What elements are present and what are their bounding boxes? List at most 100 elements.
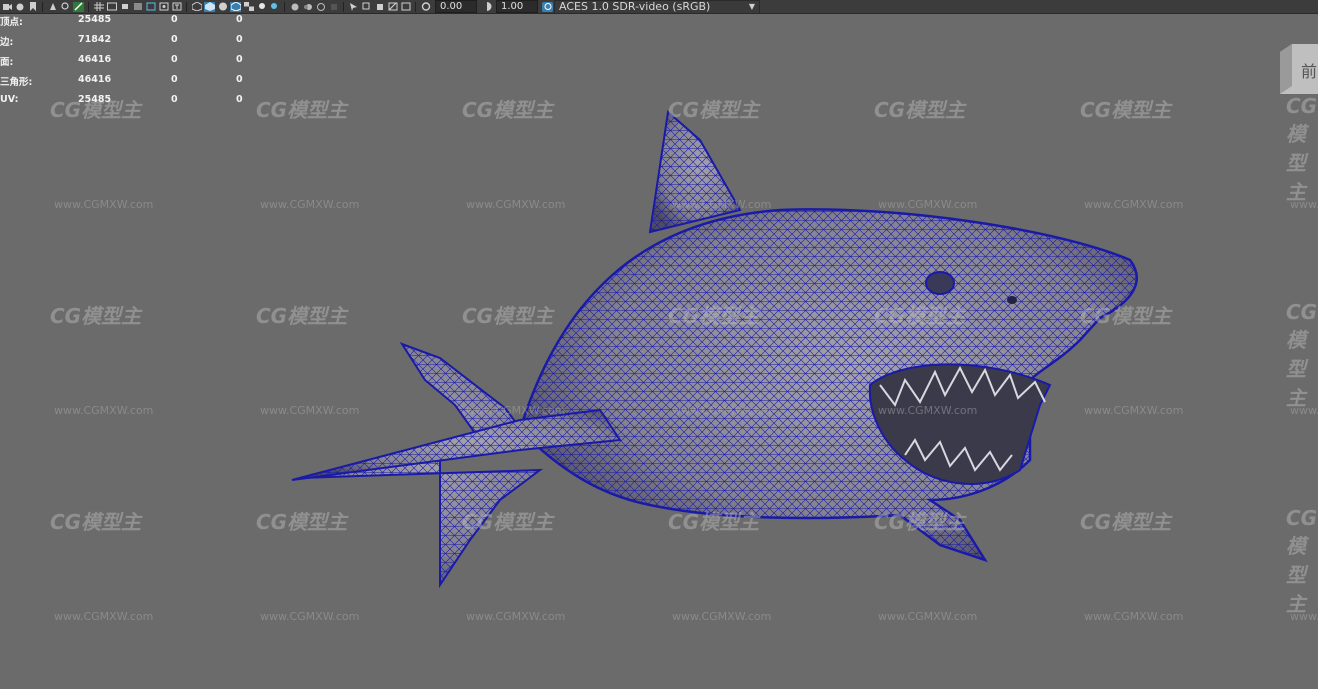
hud-row-edges: 边: 71842 0 0 xyxy=(0,34,260,54)
watermark-url: www.CGMXW.com xyxy=(54,198,154,211)
hud-value: 0 xyxy=(236,74,243,85)
watermark-url: www.CGMXW.com xyxy=(672,404,772,417)
chevron-down-icon: ▼ xyxy=(748,1,755,11)
color-management-icon[interactable] xyxy=(542,1,553,12)
hud-value: 0 xyxy=(236,14,243,25)
watermark-url: www.CGMXW.com xyxy=(1290,404,1318,417)
xray-joints-icon[interactable] xyxy=(387,2,398,12)
watermark-logo: CG模型主 xyxy=(1286,300,1318,410)
watermark-logo: CG模型主 xyxy=(1286,506,1318,616)
field-chart-icon[interactable] xyxy=(145,2,156,12)
watermark-logo: CG模型主 xyxy=(874,98,966,122)
view-cube[interactable]: 前 xyxy=(1280,44,1318,94)
use-all-lights-icon[interactable] xyxy=(256,2,267,12)
watermark-logo: CG模型主 xyxy=(668,304,760,328)
view-cube-face-label: 前 xyxy=(1301,62,1318,81)
safe-title-icon[interactable] xyxy=(171,2,182,12)
watermark-logo: CG模型主 xyxy=(1080,304,1172,328)
hud-value: 46416 xyxy=(78,74,112,85)
hud-value: 0 xyxy=(171,74,178,85)
hud-value: 0 xyxy=(171,34,178,45)
smooth-shade-icon[interactable] xyxy=(204,1,215,12)
watermark-url: www.CGMXW.com xyxy=(1290,610,1318,623)
pan-zoom-icon[interactable] xyxy=(60,2,71,12)
gate-mask-icon[interactable] xyxy=(132,2,143,12)
default-material-icon[interactable] xyxy=(217,2,228,12)
watermark-logo: CG模型主 xyxy=(256,98,348,122)
hud-label: UV: xyxy=(0,94,19,105)
bookmark-icon[interactable] xyxy=(27,2,38,12)
hud-value: 25485 xyxy=(78,14,112,25)
shark-eye xyxy=(925,271,955,295)
watermark-url: www.CGMXW.com xyxy=(260,404,360,417)
grease-pencil-icon[interactable] xyxy=(73,1,84,12)
select-camera-icon[interactable] xyxy=(47,2,58,12)
viewport-toolbar: 0.00 1.00 ACES 1.0 SDR-video (sRGB) ▼ xyxy=(0,0,1318,14)
watermark-url: www.CGMXW.com xyxy=(878,610,978,623)
watermark-url: www.CGMXW.com xyxy=(260,198,360,211)
watermark-url: www.CGMXW.com xyxy=(672,198,772,211)
exposure-icon[interactable] xyxy=(420,2,431,12)
watermark-logo: CG模型主 xyxy=(874,304,966,328)
resolution-gate-icon[interactable] xyxy=(119,2,130,12)
hud-value: 0 xyxy=(236,54,243,65)
watermark-logo: CG模型主 xyxy=(874,510,966,534)
view-transform-label: ACES 1.0 SDR-video (sRGB) xyxy=(559,0,711,13)
textured-icon[interactable] xyxy=(243,2,254,12)
watermark-url: www.CGMXW.com xyxy=(1084,198,1184,211)
multisample-aa-icon[interactable] xyxy=(315,2,326,12)
camera-icon[interactable] xyxy=(1,2,12,12)
3d-viewport[interactable]: CG模型主 CG模型主 CG模型主 CG模型主 CG模型主 CG模型主 CG模型主 CG模型主… xyxy=(0,0,1318,689)
watermark-url: www.CGMXW.com xyxy=(1084,404,1184,417)
hud-row-faces: 面: 46416 0 0 xyxy=(0,54,260,74)
hud-value: 46416 xyxy=(78,54,112,65)
watermark-logo: CG模型主 xyxy=(1080,510,1172,534)
watermark-logo: CG模型主 xyxy=(668,510,760,534)
hud-row-uvs: UV: 25485 0 0 xyxy=(0,94,260,114)
watermark-url: www.CGMXW.com xyxy=(878,404,978,417)
hud-value: 0 xyxy=(236,94,243,105)
watermark-logo: CG模型主 xyxy=(462,304,554,328)
watermark-url: www.CGMXW.com xyxy=(466,610,566,623)
shadows-icon[interactable] xyxy=(269,2,280,12)
watermark-logo: CG模型主 xyxy=(1286,94,1318,204)
grid-icon[interactable] xyxy=(93,2,104,12)
watermark-url: www.CGMXW.com xyxy=(260,610,360,623)
gamma-icon[interactable] xyxy=(481,2,492,12)
camera-attributes-icon[interactable] xyxy=(14,2,25,12)
hud-label: 三角形: xyxy=(0,77,33,88)
hud-label: 顶点: xyxy=(0,17,23,28)
watermark-logo: CG模型主 xyxy=(1080,98,1172,122)
backface-culling-icon[interactable] xyxy=(400,2,411,12)
gamma-field[interactable]: 1.00 xyxy=(496,0,538,13)
view-transform-dropdown[interactable]: ACES 1.0 SDR-video (sRGB) ▼ xyxy=(554,0,760,13)
watermark-url: www.CGMXW.com xyxy=(466,404,566,417)
exposure-field[interactable]: 0.00 xyxy=(435,0,477,13)
screen-space-ao-icon[interactable] xyxy=(289,2,300,12)
hud-row-triangles: 三角形: 46416 0 0 xyxy=(0,74,260,94)
film-gate-icon[interactable] xyxy=(106,2,117,12)
wireframe-icon[interactable] xyxy=(191,2,202,12)
xray-icon[interactable] xyxy=(361,2,372,12)
hud-value: 0 xyxy=(236,34,243,45)
watermark-logo: CG模型主 xyxy=(462,510,554,534)
watermark-logo: CG模型主 xyxy=(256,304,348,328)
hud-value: 0 xyxy=(171,94,178,105)
watermark-url: www.CGMXW.com xyxy=(54,404,154,417)
safe-action-icon[interactable] xyxy=(158,2,169,12)
watermark-logo: CG模型主 xyxy=(462,98,554,122)
wireframe-on-shaded-icon[interactable] xyxy=(230,1,241,12)
depth-of-field-icon[interactable] xyxy=(328,2,339,12)
hud-label: 边: xyxy=(0,37,14,48)
hud-value: 25485 xyxy=(78,94,112,105)
watermark-url: www.CGMXW.com xyxy=(672,610,772,623)
xray-active-components-icon[interactable] xyxy=(374,2,385,12)
isolate-select-icon[interactable] xyxy=(348,2,359,12)
hud-row-vertices: 顶点: 25485 0 0 xyxy=(0,14,260,34)
motion-blur-icon[interactable] xyxy=(302,2,313,12)
hud-value: 71842 xyxy=(78,34,112,45)
watermark-logo: CG模型主 xyxy=(50,304,142,328)
watermark-logo: CG模型主 xyxy=(256,510,348,534)
hud-value: 0 xyxy=(171,14,178,25)
hud-value: 0 xyxy=(171,54,178,65)
